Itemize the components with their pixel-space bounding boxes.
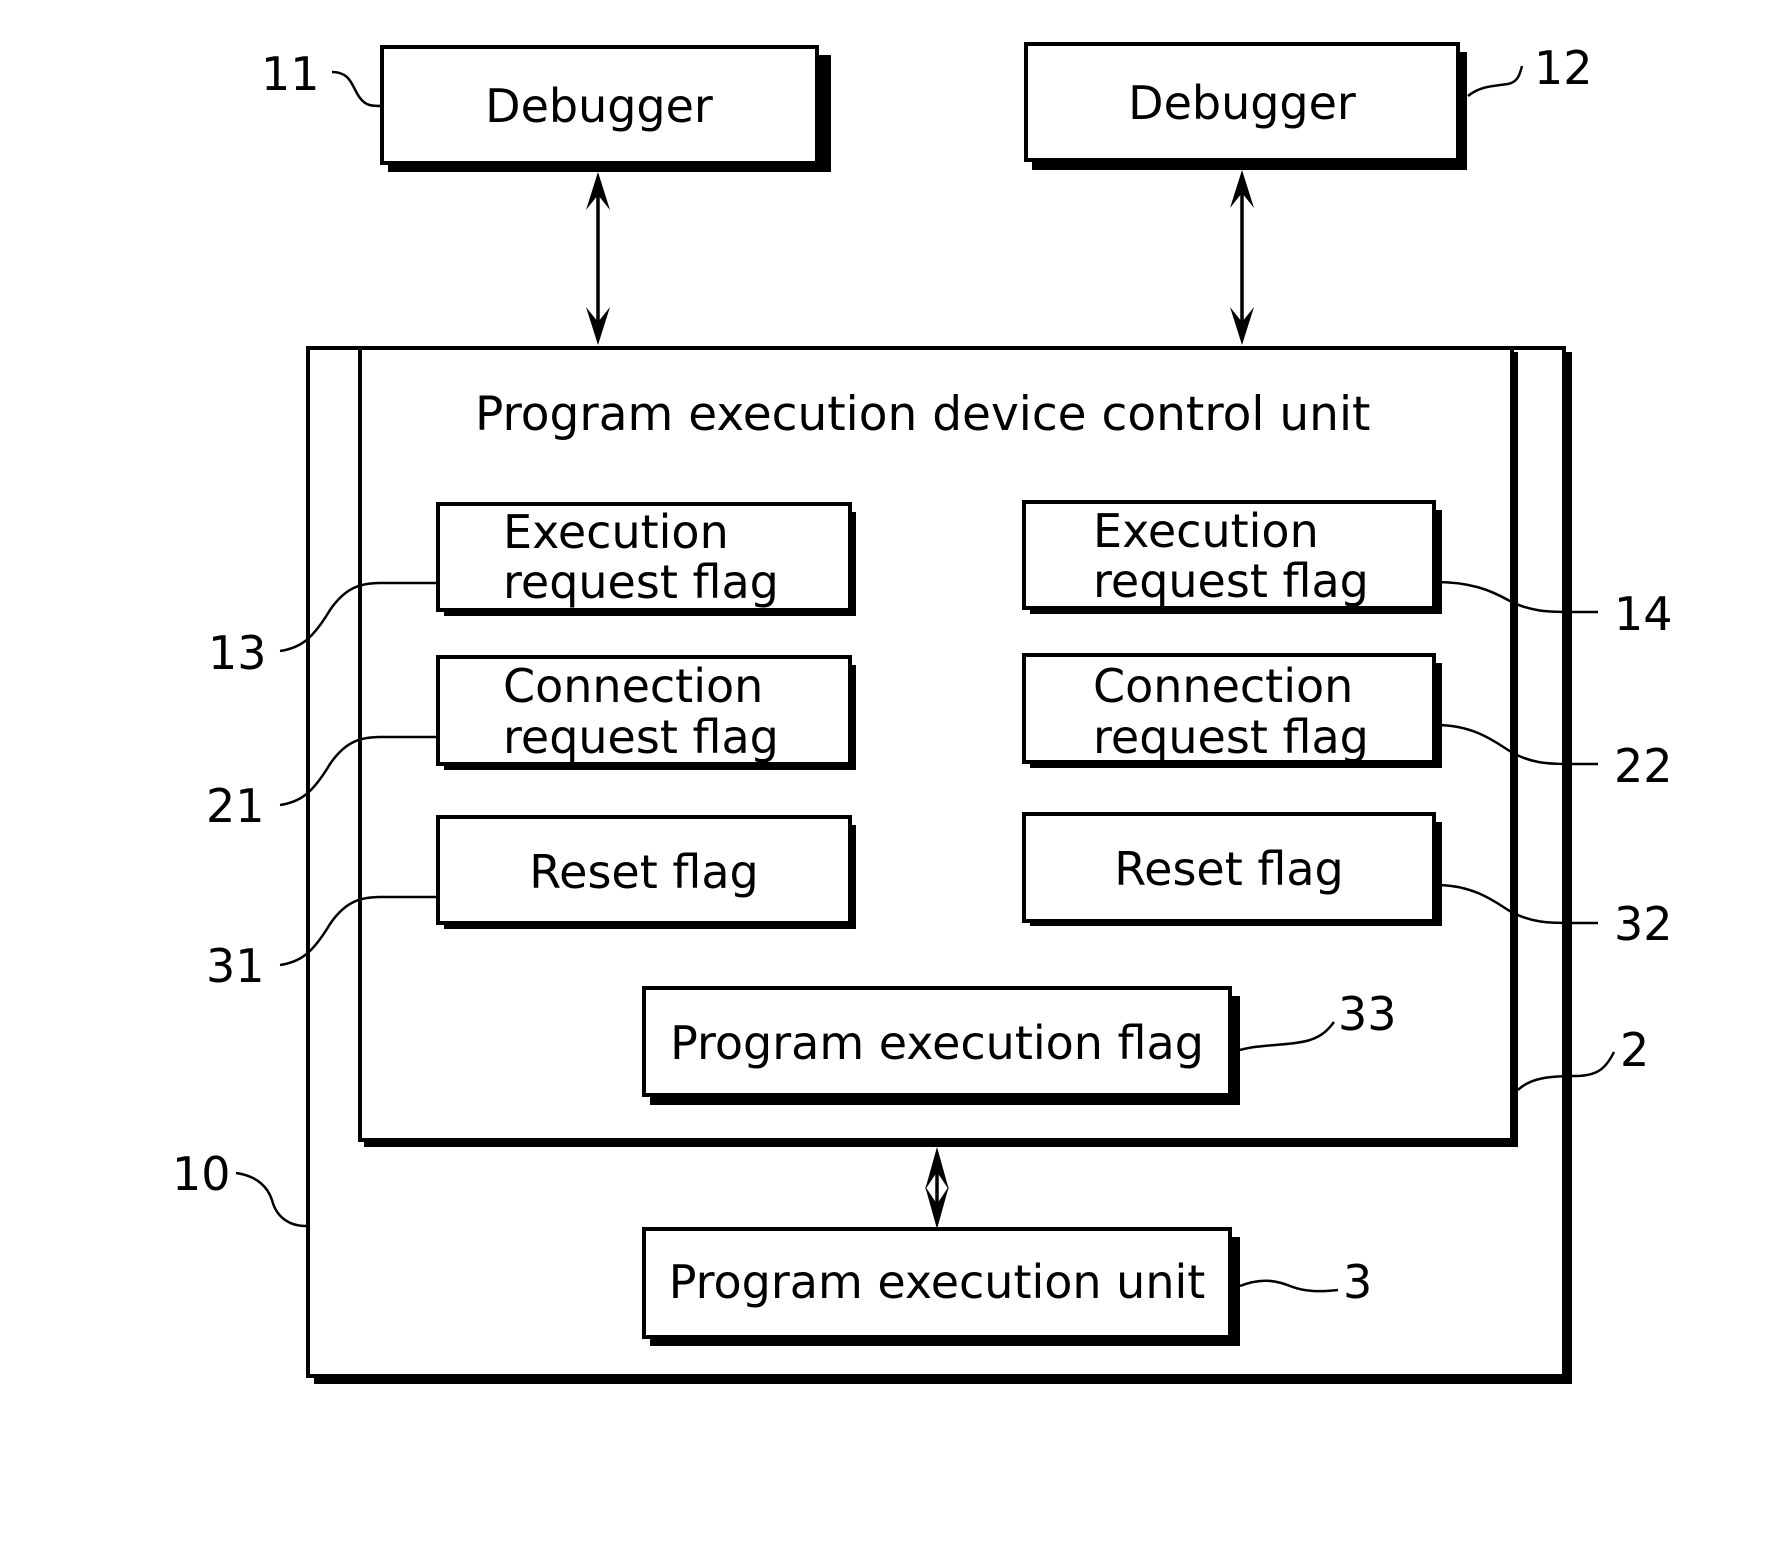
execution-request-flag-14[interactable]: Execution request flag (1022, 500, 1442, 614)
exec-flag-13-line2: request flag (503, 555, 779, 609)
ref-label-12: 12 (1534, 41, 1593, 95)
reset-flag-32[interactable]: Reset flag (1022, 812, 1442, 926)
connection-request-flag-22[interactable]: Connection request flag (1022, 653, 1442, 768)
reset-flag-32-label: Reset flag (1114, 842, 1343, 896)
debugger-1-label: Debugger (485, 79, 713, 133)
conn-flag-22-line2: request flag (1093, 710, 1369, 764)
ref-label-2: 2 (1620, 1023, 1649, 1077)
execution-request-flag-13[interactable]: Execution request flag (436, 502, 856, 616)
ref-label-21: 21 (206, 779, 265, 833)
program-execution-unit-label: Program execution unit (669, 1255, 1206, 1309)
debugger-2[interactable]: Debugger (1024, 42, 1467, 170)
program-execution-unit-3[interactable]: Program execution unit (642, 1227, 1240, 1346)
ref-label-14: 14 (1614, 587, 1673, 641)
ref-label-33: 33 (1338, 987, 1397, 1041)
conn-flag-21-line1: Connection (503, 659, 763, 713)
program-execution-flag-33[interactable]: Program execution flag (642, 986, 1240, 1105)
bidirectional-arrow-debugger-1 (586, 172, 610, 345)
exec-flag-13-line1: Execution (503, 505, 729, 559)
ref-label-31: 31 (206, 939, 265, 993)
program-execution-flag-label: Program execution flag (670, 1016, 1204, 1070)
reset-flag-31-label: Reset flag (529, 845, 758, 899)
conn-flag-21-line2: request flag (503, 710, 779, 764)
connection-request-flag-21[interactable]: Connection request flag (436, 655, 856, 770)
ref-label-22: 22 (1614, 739, 1673, 793)
leader-12 (1467, 65, 1524, 97)
exec-flag-14-line1: Execution (1093, 504, 1319, 558)
ref-label-3: 3 (1343, 1255, 1372, 1309)
exec-flag-14-line2: request flag (1093, 554, 1369, 608)
leader-10 (235, 1171, 307, 1228)
ref-label-13: 13 (208, 626, 267, 680)
leader-11 (331, 70, 383, 108)
control-unit-title: Program execution device control unit (475, 387, 1370, 442)
ref-label-11: 11 (261, 47, 320, 101)
block-diagram: Program execution device control unit De… (172, 41, 1673, 1384)
ref-label-10: 10 (172, 1147, 231, 1201)
conn-flag-22-line1: Connection (1093, 659, 1353, 713)
bidirectional-arrow-debugger-2 (1230, 170, 1254, 345)
debugger-1[interactable]: Debugger (380, 45, 831, 172)
reset-flag-31[interactable]: Reset flag (436, 815, 856, 929)
debugger-2-label: Debugger (1128, 76, 1356, 130)
ref-label-32: 32 (1614, 897, 1673, 951)
